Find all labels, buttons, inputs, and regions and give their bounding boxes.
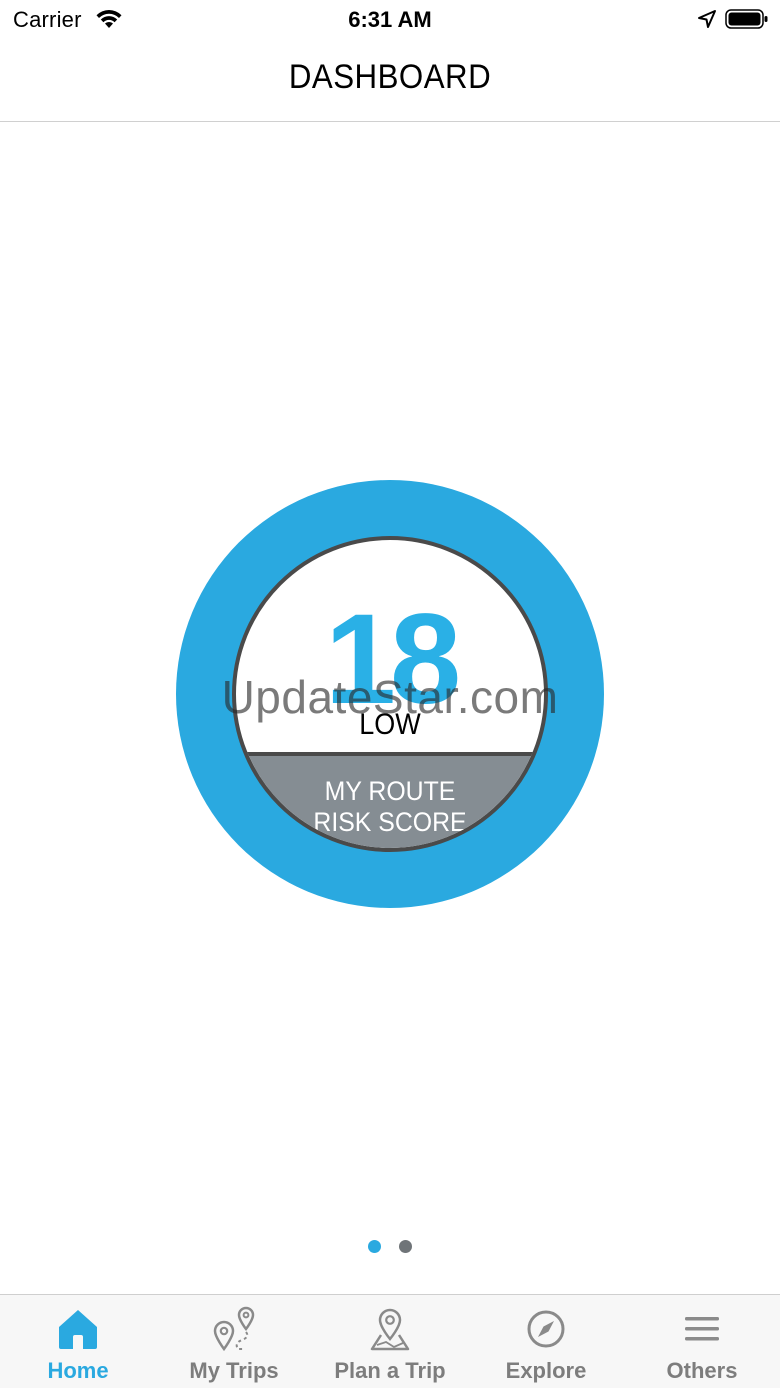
menu-icon [678, 1305, 726, 1353]
tab-explore-label: Explore [505, 1358, 587, 1383]
compass-icon [522, 1305, 570, 1353]
risk-score-caption-line1: MY ROUTE [324, 776, 456, 806]
risk-score-caption-line2: RISK SCORE [313, 807, 467, 837]
tab-plan-a-trip-label: Plan a Trip [334, 1358, 446, 1383]
tab-others[interactable]: Others [624, 1295, 780, 1388]
location-arrow-icon [697, 9, 717, 29]
plan-trip-icon [366, 1305, 414, 1353]
watermark: UpdateStar.com [221, 671, 559, 723]
tab-my-trips-label: My Trips [189, 1358, 279, 1383]
tab-home-label: Home [47, 1358, 109, 1383]
tab-plan-a-trip[interactable]: Plan a Trip [312, 1295, 468, 1388]
my-trips-icon [210, 1305, 258, 1353]
page-indicator[interactable] [0, 1240, 780, 1254]
battery-icon [725, 8, 769, 30]
status-bar: Carrier 6:31 AM [0, 0, 780, 40]
risk-score-caption-panel: MY ROUTE RISK SCORE [236, 752, 544, 848]
tab-my-trips[interactable]: My Trips [156, 1295, 312, 1388]
navigation-bar: DASHBOARD [0, 40, 780, 122]
page-dot-inactive[interactable] [399, 1240, 412, 1253]
tab-others-label: Others [666, 1358, 738, 1383]
home-icon [54, 1305, 102, 1353]
tab-bar: Home My Trips Plan a Trip Explore Others [0, 1294, 780, 1388]
risk-score-caption: MY ROUTE RISK SCORE [248, 776, 531, 838]
tab-explore[interactable]: Explore [468, 1295, 624, 1388]
tab-home[interactable]: Home [0, 1295, 156, 1388]
page-title: DASHBOARD [288, 58, 492, 96]
clock: 6:31 AM [348, 7, 432, 32]
page-dot-active[interactable] [368, 1240, 381, 1253]
